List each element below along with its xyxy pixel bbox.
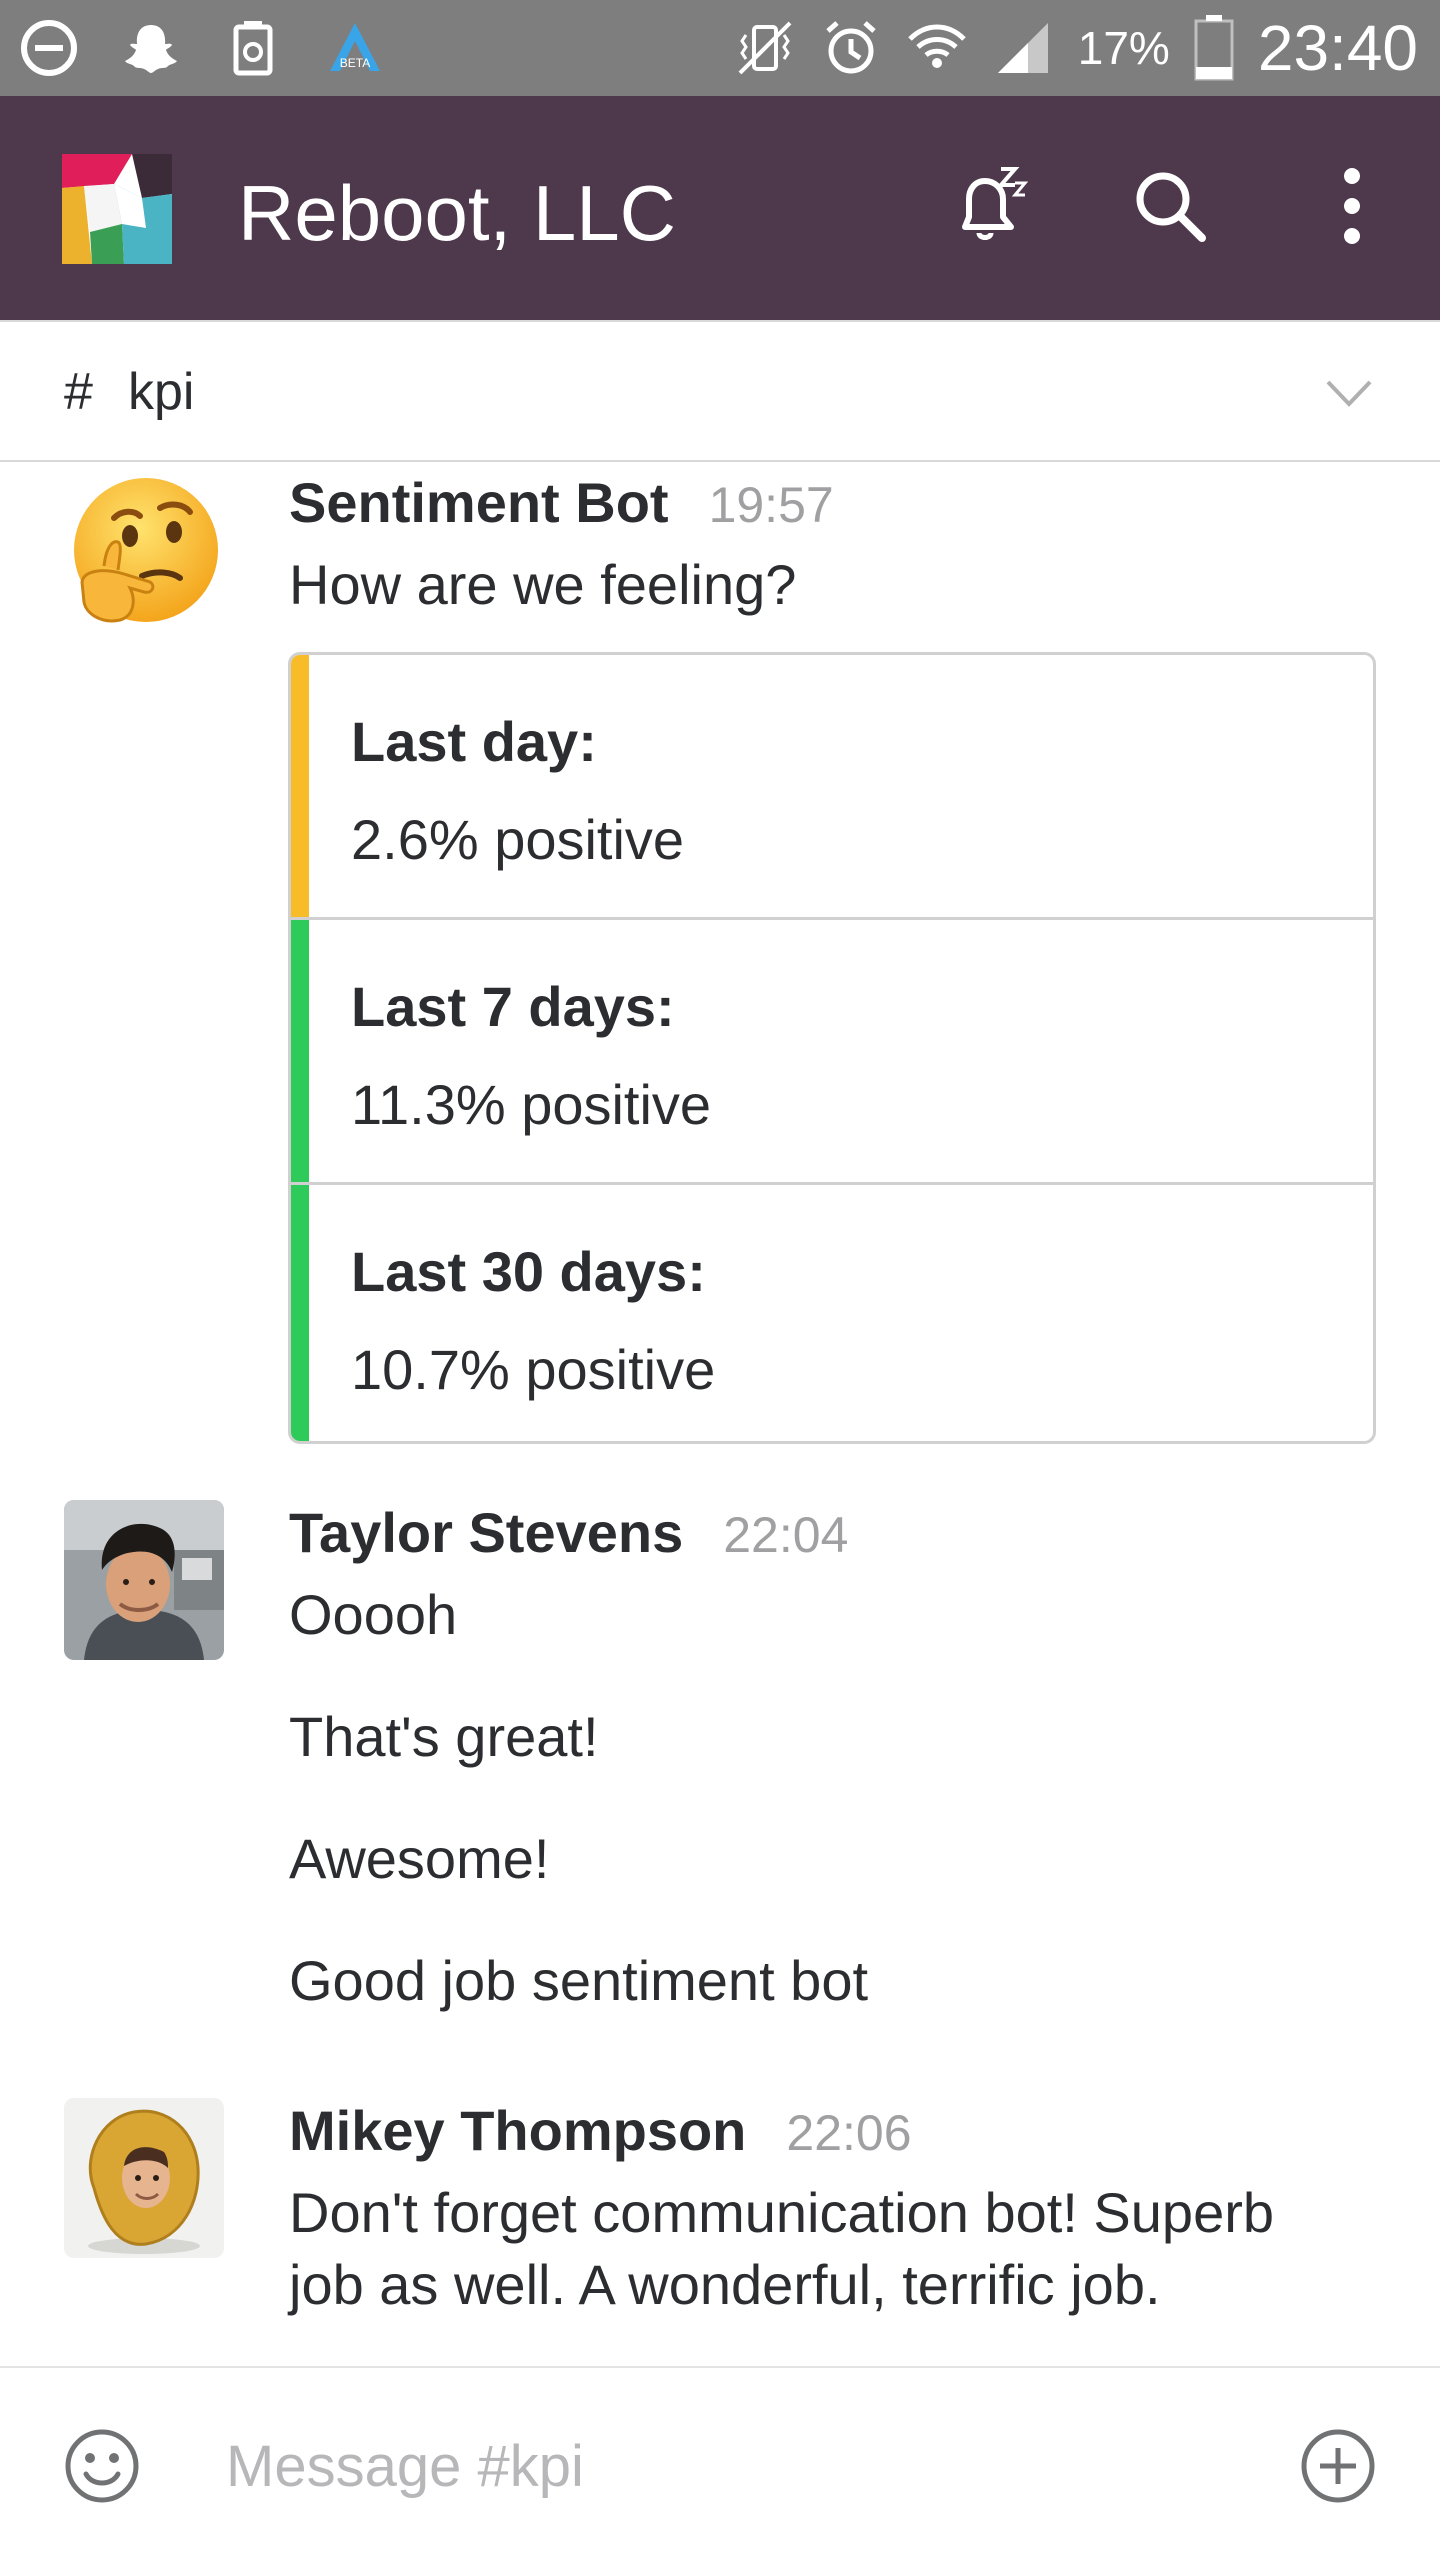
status-bar-clock: 23:40 [1257,12,1418,84]
attachment-field-last-day: Last day: 2.6% positive [291,655,1373,917]
message-input[interactable] [226,2416,1246,2516]
search-icon [1136,172,1206,242]
field-value: 11.3% positive [351,1073,712,1136]
recycle-icon [233,21,273,76]
message-timestamp: 22:06 [786,2105,912,2161]
chevron-down-icon[interactable] [1318,362,1380,424]
message-timestamp: 22:04 [723,1507,849,1563]
message-composer [0,2366,1440,2560]
battery-percentage: 17% [1077,22,1170,74]
snooze-bell-icon [962,167,1029,240]
message-text: Good job sentiment bot [289,1949,869,2012]
signal-icon [997,23,1048,73]
battery-icon [1194,15,1234,81]
message-text: job as well. A wonderful, terrific job. [289,2253,1161,2316]
field-color-bar [291,920,309,1182]
more-vertical-icon [1344,168,1360,244]
channel-name[interactable]: kpi [128,362,194,422]
field-color-bar [291,1185,309,1441]
search-button[interactable] [1122,158,1218,254]
vibrate-icon [738,21,792,75]
beta-label: BETA [340,56,370,70]
status-bar: BETA 17% 23:40 [0,0,1440,96]
sender-name[interactable]: Taylor Stevens [289,1500,683,1565]
message-text: Don't forget communication bot! Superb [289,2181,1275,2244]
app-bar-actions [940,156,1400,256]
field-value: 2.6% positive [351,808,685,871]
do-not-disturb-icon [21,20,77,76]
field-value: 10.7% positive [351,1338,716,1401]
message-header: Sentiment Bot 19:57 [289,470,834,535]
channel-header[interactable]: # kpi [0,320,1440,462]
sender-name[interactable]: Sentiment Bot [289,470,669,535]
field-color-bar [291,655,309,917]
message-text: How are we feeling? [289,553,797,616]
field-label: Last 30 days: [351,1240,706,1303]
channel-hash-symbol: # [64,363,93,421]
message-header: Taylor Stevens 22:04 [289,1500,848,1565]
workspace-logo-icon[interactable] [62,154,172,264]
sentiment-attachment: Last day: 2.6% positive Last 7 days: 11.… [288,652,1376,1444]
user-photo-avatar[interactable] [64,1500,224,1660]
workspace-title[interactable]: Reboot, LLC [238,168,676,259]
snooze-notifications-button[interactable] [940,158,1036,254]
app-bar: Reboot, LLC [0,96,1440,320]
message-timestamp: 19:57 [708,477,834,533]
more-options-button[interactable] [1304,158,1400,254]
snapchat-icon [125,25,177,73]
emoji-icon[interactable] [62,2426,142,2506]
alarm-icon [826,21,876,74]
message-text: Ooooh [289,1583,458,1646]
beta-app-icon: BETA [330,23,380,71]
add-circle-icon[interactable] [1298,2426,1378,2506]
thinking-face-avatar[interactable] [64,470,224,630]
status-bar-system: 17% 23:40 [734,10,1418,86]
field-label: Last 7 days: [351,975,675,1038]
message-taylor-stevens: Taylor Stevens 22:04 Ooooh That's great!… [0,1500,1440,2040]
attachment-field-last-7-days: Last 7 days: 11.3% positive [291,920,1373,1182]
message-mikey-thompson: Mikey Thompson 22:06 Don't forget commun… [0,2098,1440,2358]
message-header: Mikey Thompson 22:06 [289,2098,912,2163]
message-text: That's great! [289,1705,599,1768]
message-text: Awesome! [289,1827,550,1890]
field-label: Last day: [351,710,597,773]
wifi-icon [907,24,966,68]
sender-name[interactable]: Mikey Thompson [289,2098,746,2163]
attachment-field-last-30-days: Last 30 days: 10.7% positive [291,1185,1373,1441]
nugget-photo-avatar[interactable] [64,2098,224,2258]
status-bar-notifications: BETA [18,14,386,82]
